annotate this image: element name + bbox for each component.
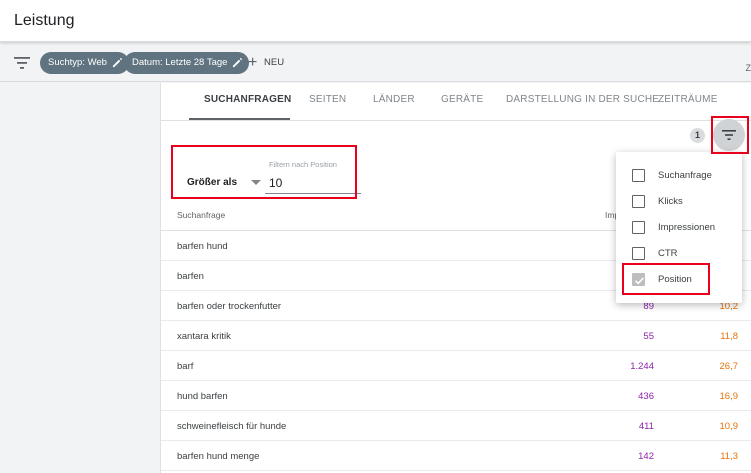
menu-item-clicks[interactable]: Klicks bbox=[616, 189, 742, 215]
active-tab-indicator bbox=[189, 118, 290, 120]
position-cell: 10,9 bbox=[719, 421, 739, 432]
impressions-cell: 436 bbox=[638, 391, 654, 402]
tab-pages[interactable]: SEITEN bbox=[309, 94, 346, 105]
table-row[interactable]: hund barfen 436 16,9 bbox=[161, 381, 751, 411]
tab-devices[interactable]: GERÄTE bbox=[441, 94, 483, 105]
highlight-box-filter-button bbox=[711, 116, 749, 154]
menu-item-label: Impressionen bbox=[658, 222, 716, 233]
edit-icon bbox=[112, 57, 123, 68]
position-cell: 16,9 bbox=[719, 391, 739, 402]
checkbox[interactable] bbox=[632, 247, 645, 260]
query-cell: xantara kritik bbox=[177, 331, 231, 342]
tab-queries[interactable]: SUCHANFRAGEN bbox=[204, 94, 291, 105]
impressions-cell: 55 bbox=[643, 331, 654, 342]
edit-icon bbox=[233, 57, 243, 68]
highlight-box-position bbox=[622, 263, 710, 295]
menu-item-label: CTR bbox=[658, 248, 678, 259]
app-header: Leistung bbox=[0, 0, 751, 42]
impressions-cell: 142 bbox=[638, 451, 654, 462]
date-chip-label: Datum: Letzte 28 Tage bbox=[132, 57, 228, 68]
position-cell: 26,7 bbox=[719, 361, 739, 372]
date-chip[interactable]: Datum: Letzte 28 Tage bbox=[124, 52, 250, 74]
query-cell: barfen bbox=[177, 271, 204, 282]
position-cell: 11,8 bbox=[720, 331, 738, 342]
checkbox[interactable] bbox=[632, 169, 645, 182]
menu-item-label: Suchanfrage bbox=[658, 170, 712, 181]
tab-bar: SUCHANFRAGEN SEITEN LÄNDER GERÄTE DARSTE… bbox=[161, 83, 751, 121]
table-row[interactable]: xantara kritik 55 11,8 bbox=[161, 321, 751, 351]
menu-item-label: Klicks bbox=[658, 196, 683, 207]
query-cell: barf bbox=[177, 361, 194, 372]
query-cell: barfen hund menge bbox=[177, 451, 260, 462]
highlight-box-filter bbox=[171, 145, 357, 199]
table-row[interactable]: barfen hund menge 142 11,3 bbox=[161, 441, 751, 471]
plus-icon: + bbox=[248, 54, 258, 71]
checkbox[interactable] bbox=[632, 195, 645, 208]
query-cell: schweinefleisch für hunde bbox=[177, 421, 287, 432]
query-cell: barfen hund bbox=[177, 241, 228, 252]
add-filter-label: NEU bbox=[264, 57, 285, 68]
search-type-chip-label: Suchtyp: Web bbox=[48, 57, 107, 68]
query-cell: hund barfen bbox=[177, 391, 228, 402]
search-type-chip[interactable]: Suchtyp: Web bbox=[40, 52, 129, 74]
impressions-cell: 411 bbox=[638, 421, 654, 432]
filter-bar: Suchtyp: Web Datum: Letzte 28 Tage + NEU… bbox=[0, 44, 751, 82]
position-cell: 11,3 bbox=[720, 451, 738, 462]
menu-item-query[interactable]: Suchanfrage bbox=[616, 163, 742, 189]
query-cell: barfen oder trockenfutter bbox=[177, 301, 282, 312]
filter-icon[interactable] bbox=[14, 56, 30, 70]
filter-count-badge: 1 bbox=[690, 128, 705, 143]
edge-text: Z bbox=[745, 63, 751, 73]
add-filter-button[interactable]: + NEU bbox=[248, 52, 284, 74]
column-header-query[interactable]: Suchanfrage bbox=[177, 210, 225, 220]
tab-dates[interactable]: ZEITRÄUME bbox=[658, 94, 718, 105]
tab-countries[interactable]: LÄNDER bbox=[373, 94, 415, 105]
tab-search-appearance[interactable]: DARSTELLUNG IN DER SUCHE bbox=[506, 94, 659, 105]
impressions-cell: 1.244 bbox=[630, 361, 654, 372]
table-row[interactable]: barf 1.244 26,7 bbox=[161, 351, 751, 381]
page-title: Leistung bbox=[14, 12, 75, 29]
table-row[interactable]: schweinefleisch für hunde 411 10,9 bbox=[161, 411, 751, 441]
menu-item-impressions[interactable]: Impressionen bbox=[616, 215, 742, 241]
checkbox[interactable] bbox=[632, 221, 645, 234]
